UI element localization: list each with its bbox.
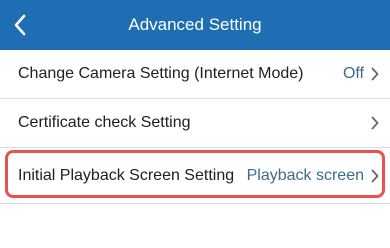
chevron-right-icon (370, 115, 380, 131)
setting-value: Off (342, 65, 364, 82)
chevron-right-icon (370, 66, 380, 82)
setting-change-camera[interactable]: Change Camera Setting (Internet Mode) Of… (0, 50, 390, 99)
page-title: Advanced Setting (128, 15, 262, 34)
setting-label: Certificate check Setting (18, 114, 191, 131)
app-header: Advanced Setting (0, 0, 390, 50)
setting-label: Change Camera Setting (Internet Mode) (18, 65, 304, 82)
settings-list: Change Camera Setting (Internet Mode) Of… (0, 50, 390, 204)
setting-initial-playback-screen[interactable]: Initial Playback Screen Setting Playback… (0, 148, 390, 204)
empty-area (0, 207, 390, 248)
chevron-right-icon (370, 168, 380, 184)
setting-certificate-check[interactable]: Certificate check Setting (0, 99, 390, 148)
setting-value: Playback screen (246, 166, 364, 184)
setting-label: Initial Playback Screen Setting (18, 166, 235, 184)
